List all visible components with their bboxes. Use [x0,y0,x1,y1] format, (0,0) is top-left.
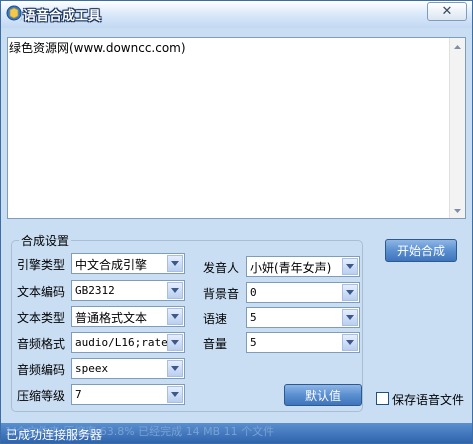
audio-codec-label: 音频编码 [17,363,66,377]
dropdown-arrow-icon[interactable] [342,258,358,275]
encoding-value: GB2312 [75,284,115,297]
compress-value: 7 [75,388,82,401]
status-text: 已成功连接服务器 [6,428,103,442]
dropdown-arrow-icon[interactable] [167,386,183,403]
encoding-label: 文本编码 [17,285,66,299]
synthesis-text: 绿色资源网(www.downcc.com) [9,41,186,55]
text-type-label: 文本类型 [17,311,66,325]
close-button[interactable]: ✕ [427,2,467,21]
bgm-value: 0 [250,286,257,299]
text-type-value: 普通格式文本 [75,311,148,325]
dropdown-arrow-icon[interactable] [167,282,183,299]
audio-format-value: audio/L16;rate= [75,336,167,349]
start-synthesis-button[interactable]: 开始合成 [385,239,457,262]
volume-label: 音量 [203,337,228,351]
settings-group-title: 合成设置 [19,232,72,249]
speed-label: 语速 [203,312,228,326]
dropdown-arrow-icon[interactable] [342,334,358,351]
speed-select[interactable]: 5 [246,307,360,328]
window-title: 语音合成工具 [23,9,102,24]
synthesis-text-area[interactable]: 绿色资源网(www.downcc.com) [7,37,466,219]
title-bar[interactable]: 选项 删除 语音合成工具 ✕ [1,1,472,28]
audio-format-select[interactable]: audio/L16;rate= [71,332,185,353]
save-audio-label[interactable]: 保存语音文件 [392,391,464,408]
encoding-select[interactable]: GB2312 [71,280,185,301]
bgm-select[interactable]: 0 [246,282,360,303]
dropdown-arrow-icon[interactable] [342,284,358,301]
text-type-select[interactable]: 普通格式文本 [71,306,185,327]
app-icon [5,4,23,22]
save-audio-checkbox[interactable] [376,392,389,405]
dropdown-arrow-icon[interactable] [167,334,183,351]
engine-label: 引擎类型 [17,258,66,272]
vertical-scrollbar[interactable] [449,38,465,218]
app-window: 选项 删除 语音合成工具 ✕ 绿色资源网(www.downcc.com) 合成设… [0,0,473,444]
dropdown-arrow-icon[interactable] [167,308,183,325]
engine-select[interactable]: 中文合成引擎 [71,253,185,274]
speaker-value: 小妍(青年女声) [250,261,332,275]
audio-format-label: 音频格式 [17,337,66,351]
dropdown-arrow-icon[interactable] [342,309,358,326]
speaker-select[interactable]: 小妍(青年女声) [246,256,360,277]
volume-value: 5 [250,336,257,349]
status-bar: 1/个文件夹 压缩率 63.8% 已经完成 14 MB 11 个文件 已成功连接… [1,423,472,443]
dropdown-arrow-icon[interactable] [167,255,183,272]
speaker-label: 发音人 [203,261,240,275]
audio-codec-value: speex [75,362,109,375]
speed-value: 5 [250,311,257,324]
volume-select[interactable]: 5 [246,332,360,353]
default-values-button[interactable]: 默认值 [284,384,362,406]
bgm-label: 背景音 [203,287,240,301]
engine-value: 中文合成引擎 [75,258,148,272]
dropdown-arrow-icon[interactable] [167,360,183,377]
compress-select[interactable]: 7 [71,384,185,405]
audio-codec-select[interactable]: speex [71,358,185,379]
scroll-down-icon[interactable] [451,204,464,217]
compress-label: 压缩等级 [17,389,66,403]
close-icon: ✕ [441,4,453,19]
scroll-up-icon[interactable] [451,40,464,53]
